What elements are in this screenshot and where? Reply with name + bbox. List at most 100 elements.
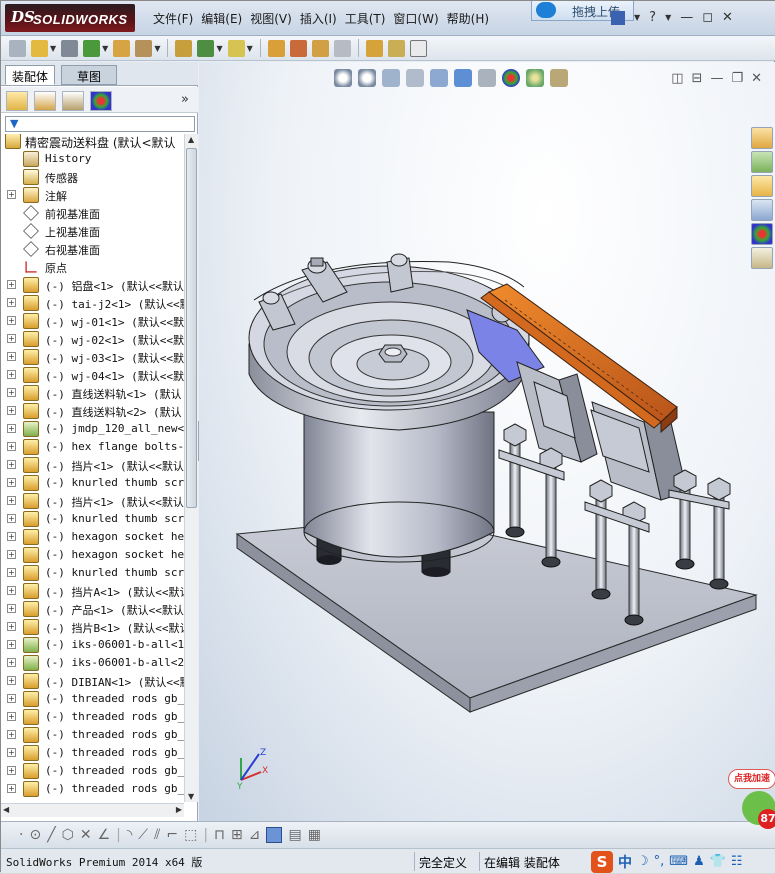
scroll-thumb[interactable]	[186, 148, 197, 508]
tree-item[interactable]: + (-) iks-06001-b-all<1>	[1, 636, 184, 654]
tree-item[interactable]: + (-) hexagon socket head	[1, 528, 184, 546]
tree-item[interactable]: + (-) 挡片<1> (默认<<默认	[1, 456, 184, 474]
expand-toggle-icon[interactable]: +	[7, 442, 16, 451]
tree-item[interactable]: + (-) wj-02<1> (默认<<默认	[1, 330, 184, 348]
exploded-view-icon[interactable]	[365, 39, 383, 57]
expand-toggle-icon[interactable]: +	[7, 694, 16, 703]
dropdown-arrow-icon[interactable]: ▼	[634, 13, 640, 25]
ime-punct-icon[interactable]: °,	[654, 854, 665, 869]
edit-component-icon[interactable]	[61, 39, 79, 57]
dropdown-arrow-icon[interactable]: ▼	[665, 13, 671, 25]
tree-item[interactable]: + (-) knurled thumb screw	[1, 474, 184, 492]
ime-user-icon[interactable]: ♟	[693, 854, 705, 869]
tree-item[interactable]: + (-) threaded rods gb_GB	[1, 690, 184, 708]
tree-item[interactable]: + (-) knurled thumb screw	[1, 564, 184, 582]
menu-help[interactable]: 帮助(H)	[447, 10, 497, 27]
tree-vertical-scrollbar[interactable]: ▲ ▼	[184, 134, 198, 802]
menu-tools[interactable]: 工具(T)	[345, 10, 394, 27]
menu-window[interactable]: 窗口(W)	[393, 10, 446, 27]
mate-icon[interactable]	[113, 39, 131, 57]
tab-sketch[interactable]: 草图	[61, 65, 117, 85]
chamfer-icon[interactable]: ⟋	[138, 827, 148, 843]
expand-toggle-icon[interactable]: +	[7, 640, 16, 649]
reference-geometry-icon[interactable]	[289, 39, 307, 57]
expand-toggle-icon[interactable]: +	[7, 766, 16, 775]
scroll-up-icon[interactable]: ▲	[188, 135, 194, 144]
tree-item[interactable]: + (-) threaded rods gb_GB	[1, 744, 184, 762]
tree-item[interactable]: + (-) hexagon socket head	[1, 546, 184, 564]
new-motion-study-icon[interactable]	[311, 39, 329, 57]
dimension-icon[interactable]: ⊓	[214, 827, 225, 843]
dropdown-arrow-icon[interactable]: ▼	[154, 44, 160, 53]
tree-item[interactable]: + (-) 铝盘<1> (默认<<默认	[1, 276, 184, 294]
menu-edit[interactable]: 编辑(E)	[201, 10, 250, 27]
table-view-icon[interactable]: ▦	[308, 827, 321, 843]
layout-view-icon[interactable]: ▤	[288, 827, 301, 843]
expand-toggle-icon[interactable]: +	[7, 316, 16, 325]
tree-item[interactable]: 原点	[1, 258, 184, 276]
collapse-ribbon-icon[interactable]: —	[680, 10, 693, 25]
expand-toggle-icon[interactable]: +	[7, 460, 16, 469]
tree-item[interactable]: + (-) 挡片A<1> (默认<<默认	[1, 582, 184, 600]
vibrator-base-cylinder[interactable]	[303, 411, 495, 563]
open-folder-icon[interactable]	[31, 39, 48, 57]
scroll-left-icon[interactable]: ◀	[3, 805, 9, 814]
tree-item[interactable]: + (-) tai-j2<1> (默认<<默	[1, 294, 184, 312]
tree-filter-input[interactable]: ▼	[5, 116, 195, 132]
solidworks-logo[interactable]: DS SOLIDWORKS	[5, 4, 135, 32]
tree-item[interactable]: + (-) threaded rods gb_GB	[1, 780, 184, 798]
tree-item[interactable]: + (-) threaded rods gb_GB	[1, 708, 184, 726]
expand-toggle-icon[interactable]: +	[7, 604, 16, 613]
tree-item[interactable]: + (-) wj-04<1> (默认<<默认	[1, 366, 184, 384]
expand-toggle-icon[interactable]: +	[7, 550, 16, 559]
expand-toggle-icon[interactable]: +	[7, 388, 16, 397]
tree-item[interactable]: + (-) 挡片<1> (默认<<默认	[1, 492, 184, 510]
tree-item[interactable]: + 注解	[1, 186, 184, 204]
expand-toggle-icon[interactable]: +	[7, 514, 16, 523]
expand-toggle-icon[interactable]: +	[7, 496, 16, 505]
expand-toggle-icon[interactable]: +	[7, 730, 16, 739]
expand-toggle-icon[interactable]: +	[7, 586, 16, 595]
tree-item[interactable]: + (-) jmdp_120_all_new<1>	[1, 420, 184, 438]
expand-panel-icon[interactable]: »	[181, 92, 189, 107]
save-icon[interactable]	[611, 11, 625, 25]
expand-toggle-icon[interactable]: +	[7, 622, 16, 631]
expand-toggle-icon[interactable]: +	[7, 568, 16, 577]
line-icon[interactable]: ╱	[47, 827, 55, 843]
help-icon[interactable]: ?	[649, 10, 656, 25]
ime-menu-icon[interactable]: ☷	[731, 854, 743, 869]
grid-icon[interactable]: ⊞	[231, 827, 243, 843]
point-icon[interactable]: ·	[19, 827, 23, 843]
menu-file[interactable]: 文件(F)	[153, 10, 201, 27]
show-hidden-icon[interactable]	[227, 39, 245, 57]
dropdown-arrow-icon[interactable]: ▼	[50, 44, 56, 53]
tree-item[interactable]: + (-) DIBIAN<1> (默认<<默	[1, 672, 184, 690]
tree-item[interactable]: + (-) hex flange bolts-he	[1, 438, 184, 456]
tree-item[interactable]: + (-) 挡片B<1> (默认<<默认	[1, 618, 184, 636]
smart-fasteners-icon[interactable]	[175, 39, 193, 57]
tree-item[interactable]: 右视基准面	[1, 240, 184, 258]
expand-toggle-icon[interactable]: +	[7, 676, 16, 685]
configurationmanager-tab-icon[interactable]	[62, 91, 84, 111]
tree-item[interactable]: + (-) 直线送料轨<2> (默认	[1, 402, 184, 420]
feeder-model-view[interactable]	[199, 62, 775, 821]
expand-toggle-icon[interactable]: +	[7, 784, 16, 793]
expand-toggle-icon[interactable]: +	[7, 334, 16, 343]
featuremanager-tab-icon[interactable]	[6, 91, 28, 111]
tree-item[interactable]: + (-) 直线送料轨<1> (默认	[1, 384, 184, 402]
polygon-icon[interactable]: ⬡	[62, 827, 74, 843]
relation-icon[interactable]: ⊿	[249, 827, 261, 843]
bill-of-materials-icon[interactable]	[333, 39, 351, 57]
menu-insert[interactable]: 插入(I)	[300, 10, 345, 27]
dropdown-arrow-icon[interactable]: ▼	[102, 44, 108, 53]
offset-icon[interactable]: ⫽	[154, 827, 160, 843]
tree-item[interactable]: + (-) wj-03<1> (默认<<默认	[1, 348, 184, 366]
display-manager-tab-icon[interactable]	[90, 91, 112, 111]
ime-moon-icon[interactable]: ☽	[637, 854, 649, 869]
fillet-icon[interactable]: ◝	[127, 827, 132, 843]
new-document-icon[interactable]	[9, 39, 26, 57]
tree-root-assembly[interactable]: 精密震动送料盘 (默认<默认	[1, 134, 184, 150]
expand-toggle-icon[interactable]: +	[7, 280, 16, 289]
circle-icon[interactable]: ⊙	[29, 827, 41, 843]
expand-toggle-icon[interactable]: +	[7, 532, 16, 541]
